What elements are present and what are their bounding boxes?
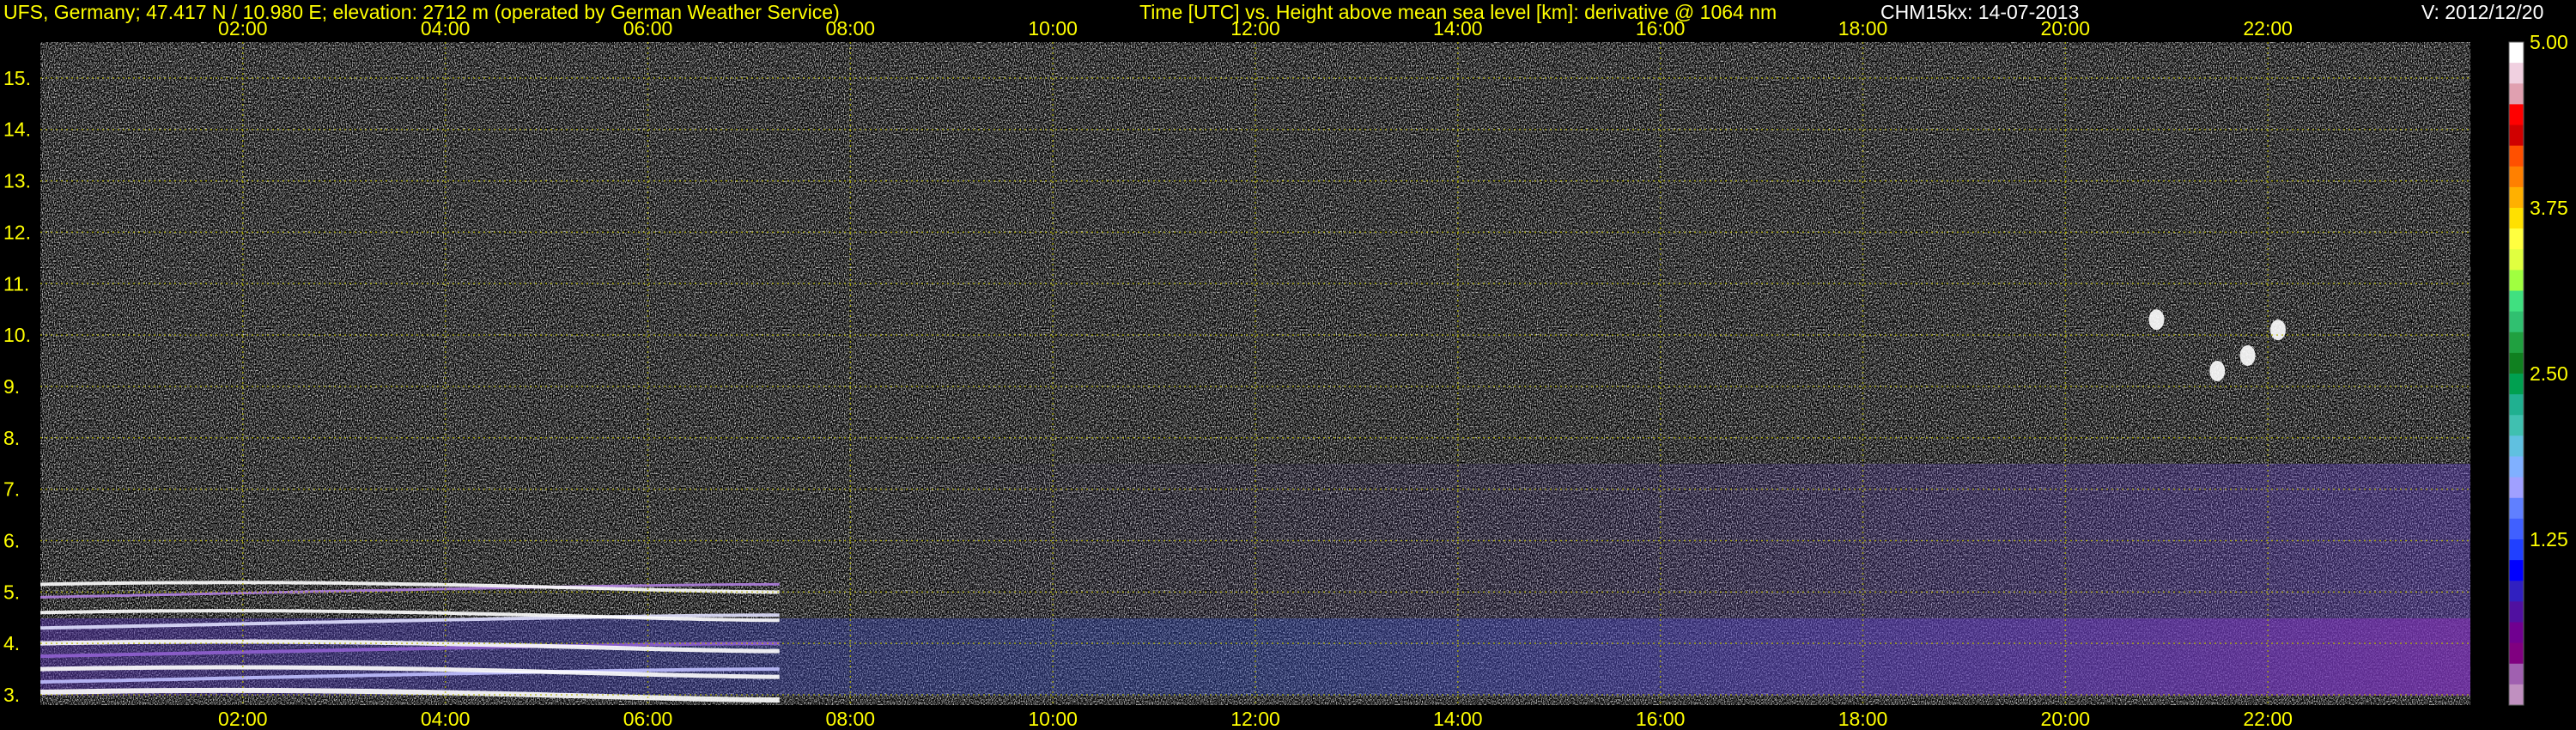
x-tick-label-bottom: 10:00 [1028,708,1078,730]
colorbar-swatch [2509,270,2524,291]
colorbar-swatch [2509,581,2524,602]
colorbar-swatch [2509,228,2524,250]
colorbar-swatch [2509,104,2524,125]
colorbar-swatch [2509,374,2524,395]
colorbar-swatch [2509,622,2524,644]
x-tick-label-bottom: 22:00 [2243,708,2293,730]
colorbar-swatch [2509,415,2524,436]
colorbar-tick-label: 2.50 [2530,362,2568,385]
colorbar-swatch [2509,518,2524,540]
colorbar-swatch [2509,352,2524,374]
colorbar-tick-label: 5.00 [2530,31,2568,53]
colorbar-swatch [2509,394,2524,416]
y-tick-label: 12. [3,221,31,243]
y-tick-label: 8. [3,427,20,449]
x-tick-label-top: 22:00 [2243,17,2293,40]
x-tick-label-top: 06:00 [623,17,673,40]
colorbar-swatch [2509,663,2524,685]
colorbar-swatch [2509,166,2524,188]
y-tick-label: 3. [3,684,20,706]
colorbar-swatch [2509,497,2524,520]
colorbar-swatch [2509,186,2524,209]
y-tick-label: 15. [3,67,31,89]
colorbar-tick-label: 3.75 [2530,197,2568,219]
y-tick-label: 11. [3,272,29,295]
x-tick-label-bottom: 12:00 [1230,708,1280,730]
y-tick-label: 9. [3,375,20,398]
y-tick-label: 13. [3,170,31,192]
colorbar-swatch [2509,145,2524,167]
colorbar-swatch [2509,684,2524,706]
y-tick-label: 4. [3,632,20,654]
x-tick-label-top: 16:00 [1636,17,1686,40]
x-tick-label-top: 18:00 [1838,17,1888,40]
cloud-echo [2269,319,2286,341]
y-tick-label: 5. [3,581,20,603]
x-tick-label-top: 02:00 [218,17,268,40]
colorbar-swatch [2509,83,2524,105]
heatmap-chart: 02:00 02:00 04:00 04:00 06:00 06:00 08:00 08:00… [3,17,2568,730]
colorbar-swatch [2509,125,2524,147]
colorbar-swatch [2509,435,2524,457]
colorbar-swatch [2509,290,2524,313]
colorbar-swatch [2509,539,2524,561]
colorbar-swatch [2509,249,2524,271]
x-tick-label-top: 08:00 [826,17,876,40]
x-tick-label-bottom: 08:00 [826,708,876,730]
colorbar-swatch [2509,311,2524,333]
x-tick-label-top: 10:00 [1028,17,1078,40]
colorbar-swatch [2509,601,2524,623]
x-tick-label-bottom: 18:00 [1838,708,1888,730]
colorbar-swatch [2509,560,2524,581]
colorbar-swatch [2509,208,2524,229]
x-tick-label-bottom: 02:00 [218,708,268,730]
colorbar-swatch [2509,63,2524,84]
x-tick-label-bottom: 14:00 [1433,708,1483,730]
cloud-echo [2209,361,2226,382]
cloud-echo [2148,309,2165,331]
colorbar-swatch [2509,332,2524,354]
y-tick-label: 7. [3,478,20,501]
x-tick-label-bottom: 20:00 [2041,708,2091,730]
colorbar-swatch [2509,477,2524,499]
y-tick-label: 6. [3,529,20,551]
x-tick-label-bottom: 04:00 [421,708,471,730]
x-tick-label-bottom: 06:00 [623,708,673,730]
colorbar-tick-label: 1.25 [2530,528,2568,551]
colorbar-swatch [2509,456,2524,478]
colorbar-swatch [2509,42,2524,64]
x-tick-label-top: 20:00 [2041,17,2091,40]
y-tick-label: 14. [3,119,31,141]
x-tick-label-top: 04:00 [421,17,471,40]
cloud-echo [2239,345,2256,367]
colorbar-swatch [2509,642,2524,665]
x-tick-label-top: 12:00 [1230,17,1280,40]
x-tick-label-bottom: 16:00 [1636,708,1686,730]
y-tick-label: 10. [3,324,31,346]
x-tick-label-top: 14:00 [1433,17,1483,40]
